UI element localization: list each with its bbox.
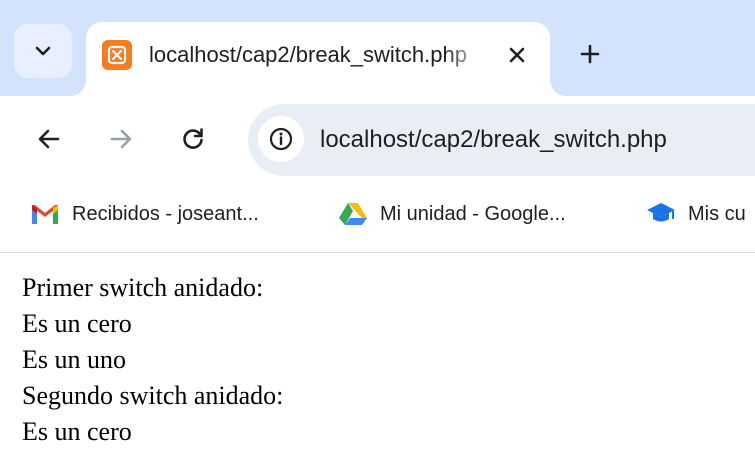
gmail-icon	[32, 205, 58, 224]
reload-button[interactable]	[170, 116, 216, 162]
output-line: Es un cero	[22, 309, 132, 338]
output-line: Primer switch anidado:	[22, 273, 264, 302]
output-line: Es un uno	[22, 345, 126, 374]
bookmark-google-drive[interactable]: Mi unidad - Google...	[338, 195, 566, 233]
address-bar-url[interactable]: localhost/cap2/break_switch.php	[320, 122, 667, 158]
tab-close-button[interactable]	[498, 36, 536, 74]
bookmark-label: Recibidos - joseant...	[72, 203, 259, 225]
tab-title: localhost/cap2/break_switch.php	[149, 37, 485, 73]
toolbar-divider	[0, 252, 755, 253]
plus-icon	[580, 44, 600, 64]
xampp-favicon-icon	[102, 40, 132, 70]
page-content: Primer switch anidado: Es un cero Es un …	[22, 270, 283, 450]
back-button[interactable]	[26, 116, 72, 162]
site-info-button[interactable]	[258, 116, 304, 162]
close-icon	[509, 47, 525, 63]
bookmark-mis-cursos[interactable]: Mis cu	[646, 195, 746, 233]
bookmark-label: Mis cu	[688, 203, 746, 225]
reload-icon	[183, 128, 203, 149]
forward-button[interactable]	[98, 116, 144, 162]
bookmark-gmail[interactable]: Recibidos - joseant...	[30, 195, 259, 233]
chevron-down-icon	[35, 46, 51, 56]
output-line: Segundo switch anidado:	[22, 381, 284, 410]
new-tab-button[interactable]	[568, 32, 612, 76]
google-drive-icon	[339, 203, 367, 225]
graduation-cap-icon	[647, 203, 675, 222]
bookmark-label: Mi unidad - Google...	[380, 203, 566, 225]
arrow-right-icon	[110, 129, 132, 149]
info-icon	[269, 127, 293, 151]
tab-search-button[interactable]	[14, 24, 72, 78]
arrow-left-icon	[38, 129, 60, 149]
